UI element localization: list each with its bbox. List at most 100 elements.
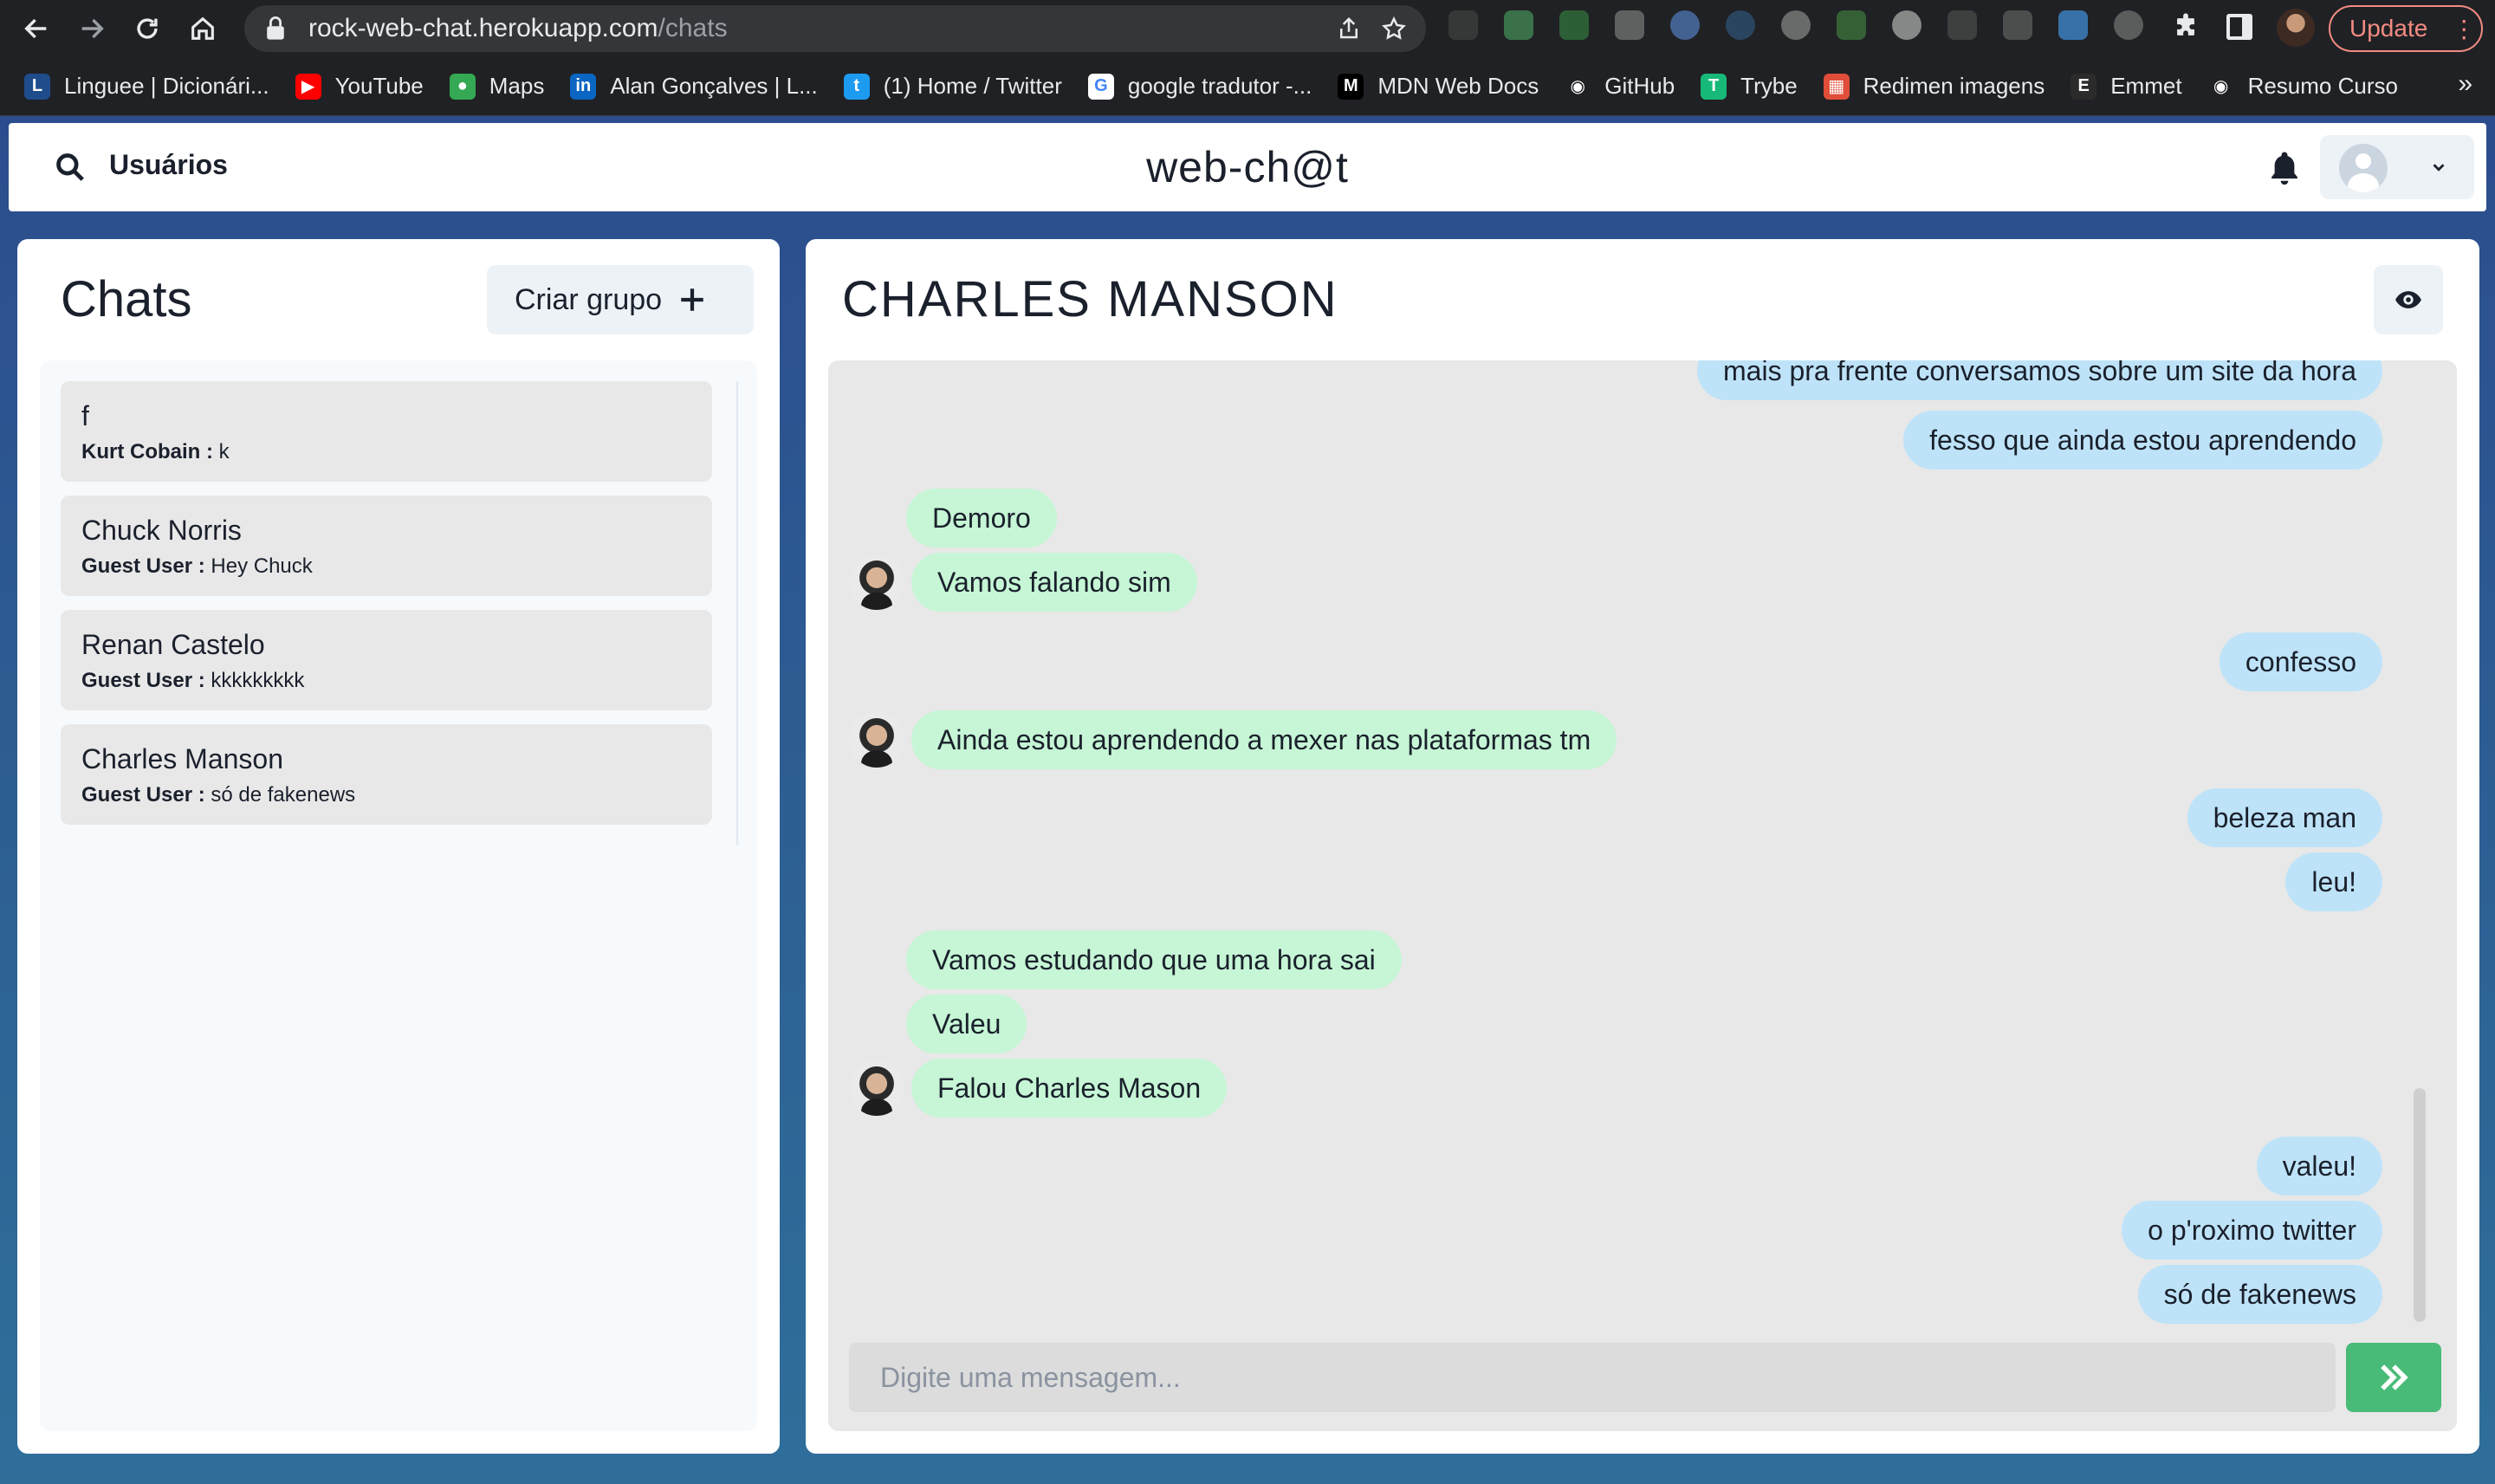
user-menu-button[interactable]: [2320, 135, 2474, 199]
send-button[interactable]: [2346, 1343, 2441, 1412]
app-header: Usuários web-ch@t: [9, 123, 2486, 211]
chat-last-message: Guest User : kkkkkkkkk: [81, 669, 691, 693]
bookmarks-overflow-button[interactable]: »: [2458, 69, 2472, 99]
extension-icon[interactable]: [1615, 10, 1644, 40]
chat-last-text: kkkkkkkkk: [204, 669, 305, 692]
star-icon[interactable]: [1381, 16, 1407, 42]
create-group-button[interactable]: Criar grupo: [487, 265, 754, 334]
avatar: [2339, 144, 2388, 192]
avatar: [849, 1060, 904, 1116]
back-button[interactable]: [9, 0, 64, 57]
forward-icon: [81, 18, 104, 39]
react-devtools-icon[interactable]: [1726, 10, 1755, 40]
browser-toolbar: rock-web-chat.herokuapp.com/chats Update…: [0, 0, 2495, 57]
bookmark-favicon-icon: ▶: [295, 73, 321, 100]
extension-icon[interactable]: [1448, 10, 1478, 40]
message-input[interactable]: [849, 1343, 2336, 1412]
share-icon[interactable]: [1336, 16, 1362, 42]
extension-icon[interactable]: [2058, 10, 2088, 40]
bookmark-item[interactable]: in Alan Gonçalves | L...: [570, 73, 818, 100]
bookmark-item[interactable]: Ggoogle tradutor -...: [1087, 73, 1312, 100]
bookmark-favicon-icon: M: [1338, 73, 1364, 100]
view-contact-button[interactable]: [2374, 265, 2443, 334]
avatar: [849, 554, 904, 610]
extension-icon[interactable]: [1947, 10, 1977, 40]
bookmark-label: Redimen imagens: [1863, 73, 2045, 99]
update-button[interactable]: Update ⋮: [2329, 5, 2483, 52]
chat-last-message: Guest User : Hey Chuck: [81, 554, 691, 579]
bookmark-item[interactable]: ◉ GitHub: [1565, 73, 1675, 100]
browser-profile-avatar[interactable]: [2277, 9, 2315, 47]
chat-last-text: k: [212, 440, 230, 463]
side-panel-icon[interactable]: [2226, 14, 2252, 40]
plus-icon: [681, 288, 703, 311]
extension-icon[interactable]: [2003, 10, 2032, 40]
extension-icon[interactable]: [1559, 10, 1589, 40]
extensions-row: [1448, 10, 2143, 40]
puzzle-icon[interactable]: [2171, 12, 2200, 42]
outgoing-message: o p'roximo twitter: [2122, 1201, 2382, 1260]
extension-icon[interactable]: [1892, 10, 1921, 40]
chat-list-scrollbar[interactable]: [736, 381, 738, 846]
chat-list-item[interactable]: f Kurt Cobain : k: [61, 381, 712, 482]
url-host: rock-web-chat.herokuapp.com: [308, 14, 658, 42]
chevron-down-icon: [2433, 164, 2445, 172]
bookmark-item[interactable]: ▶ YouTube: [295, 73, 424, 100]
chat-last-sender: Guest User :: [81, 554, 205, 578]
chat-list-item[interactable]: Charles Manson Guest User : só de fakenew…: [61, 724, 712, 825]
message-list: mais pra frente conversamos sobre um sit…: [828, 360, 2457, 1431]
bookmarks-bar: L Linguee | Dicionári... ▶ YouTube ● Maps in Al…: [0, 57, 2495, 116]
kebab-menu-icon: ⋮: [2452, 15, 2476, 42]
incoming-message: Vamos falando sim: [911, 553, 1197, 612]
outgoing-message: fesso que ainda estou aprendendo: [1903, 411, 2382, 470]
bookmark-item[interactable]: L Linguee | Dicionári...: [24, 73, 269, 100]
incoming-message: Ainda estou aprendendo a mexer nas plata…: [911, 710, 1617, 769]
bookmark-favicon-icon: ●: [449, 73, 476, 100]
chat-list-item[interactable]: Renan Castelo Guest User : kkkkkkkkk: [61, 610, 712, 710]
extension-icon[interactable]: [1504, 10, 1533, 40]
chat-last-sender: Kurt Cobain :: [81, 440, 213, 463]
outgoing-message: só de fakenews: [2137, 1265, 2382, 1324]
bookmark-item[interactable]: ▦ Redimen imagens: [1823, 73, 2045, 100]
chat-last-sender: Guest User :: [81, 669, 205, 692]
chat-last-text: Hey Chuck: [204, 554, 313, 578]
bell-icon[interactable]: [2266, 147, 2303, 187]
bookmark-favicon-icon: T: [1701, 73, 1727, 100]
conversation-panel: CHARLES MANSON mais pra frente conversam…: [806, 239, 2479, 1454]
url-text: rock-web-chat.herokuapp.com/chats: [308, 14, 728, 43]
app-title: web-ch@t: [1146, 143, 1349, 191]
incoming-message: Demoro: [906, 489, 1057, 548]
bookmark-label: Resumo Curso: [2247, 73, 2398, 99]
chat-last-message: Kurt Cobain : k: [81, 440, 691, 464]
home-button[interactable]: [175, 0, 230, 57]
bookmark-label: (1) Home / Twitter: [883, 73, 1062, 99]
lock-icon: [267, 16, 284, 40]
incoming-message: Falou Charles Mason: [911, 1059, 1228, 1118]
bookmark-item[interactable]: E Emmet: [2071, 73, 2182, 100]
avatar: [849, 712, 904, 768]
create-group-label: Criar grupo: [515, 282, 663, 316]
bookmark-item[interactable]: ◉ Resumo Curso: [2207, 73, 2398, 100]
bookmark-item[interactable]: M MDN Web Docs: [1338, 73, 1539, 100]
chats-title: Chats: [61, 271, 192, 327]
bookmark-item[interactable]: ● Maps: [449, 73, 545, 100]
bookmark-item[interactable]: T Trybe: [1701, 73, 1798, 100]
extension-icon[interactable]: [1670, 10, 1700, 40]
reload-button[interactable]: [120, 0, 175, 57]
bookmark-favicon-icon: G: [1087, 73, 1114, 100]
bookmark-item[interactable]: t (1) Home / Twitter: [843, 73, 1062, 100]
extension-icon[interactable]: [1781, 10, 1811, 40]
bookmark-label: Maps: [489, 73, 545, 99]
chat-list-item[interactable]: Chuck Norris Guest User : Hey Chuck: [61, 496, 712, 596]
message-list-scrollbar[interactable]: [2414, 1088, 2426, 1322]
forward-button[interactable]: [64, 0, 120, 57]
bookmark-favicon-icon: ◉: [2207, 73, 2234, 100]
outgoing-message: valeu!: [2256, 1137, 2382, 1196]
extension-icon[interactable]: [2114, 10, 2143, 40]
bookmark-label: Alan Gonçalves | L...: [610, 73, 818, 99]
address-bar[interactable]: rock-web-chat.herokuapp.com/chats: [244, 5, 1426, 52]
chat-list: f Kurt Cobain : k Chuck Norris Guest User :…: [40, 360, 757, 1431]
chat-last-message: Guest User : só de fakenews: [81, 783, 691, 807]
extension-icon[interactable]: [1837, 10, 1866, 40]
chat-name: Charles Manson: [81, 743, 283, 774]
